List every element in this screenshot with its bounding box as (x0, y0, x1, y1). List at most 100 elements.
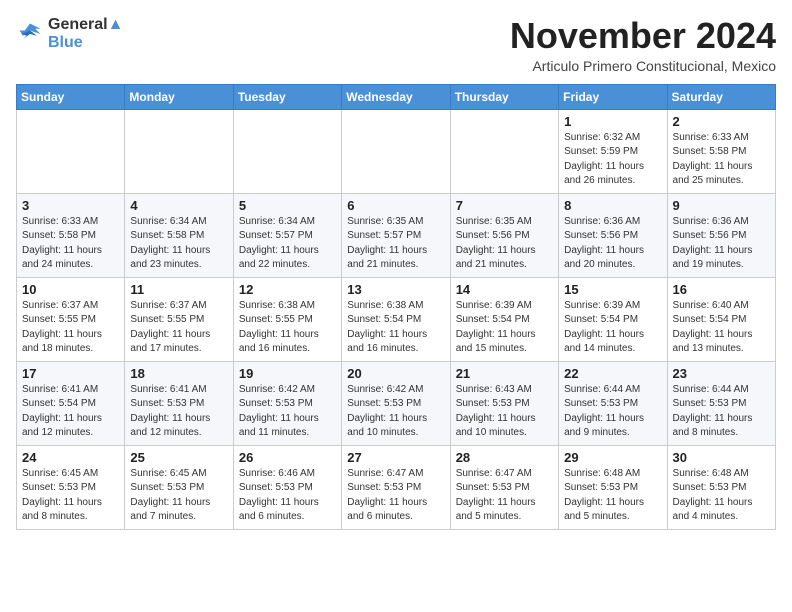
calendar-cell: 4 Sunrise: 6:34 AM Sunset: 5:58 PM Daylig… (125, 193, 233, 277)
day-info: Sunrise: 6:34 AM Sunset: 5:57 PM Dayligh… (239, 215, 336, 273)
calendar-cell: 21 Sunrise: 6:43 AM Sunset: 5:53 PM Dayli… (450, 361, 558, 445)
day-number: 20 (347, 366, 444, 381)
day-number: 9 (673, 198, 770, 213)
day-info: Sunrise: 6:47 AM Sunset: 5:53 PM Dayligh… (456, 467, 553, 525)
calendar-cell: 20 Sunrise: 6:42 AM Sunset: 5:53 PM Dayli… (342, 361, 450, 445)
day-info: Sunrise: 6:33 AM Sunset: 5:58 PM Dayligh… (22, 215, 119, 273)
day-info: Sunrise: 6:38 AM Sunset: 5:54 PM Dayligh… (347, 299, 444, 357)
day-info: Sunrise: 6:36 AM Sunset: 5:56 PM Dayligh… (673, 215, 770, 273)
day-info: Sunrise: 6:37 AM Sunset: 5:55 PM Dayligh… (130, 299, 227, 357)
day-info: Sunrise: 6:36 AM Sunset: 5:56 PM Dayligh… (564, 215, 661, 273)
logo-icon (16, 20, 44, 48)
calendar-cell (125, 109, 233, 193)
calendar-cell: 19 Sunrise: 6:42 AM Sunset: 5:53 PM Dayli… (233, 361, 341, 445)
location-subtitle: Articulo Primero Constitucional, Mexico (510, 58, 776, 74)
day-number: 17 (22, 366, 119, 381)
calendar-cell (233, 109, 341, 193)
day-number: 23 (673, 366, 770, 381)
day-info: Sunrise: 6:33 AM Sunset: 5:58 PM Dayligh… (673, 131, 770, 189)
day-info: Sunrise: 6:32 AM Sunset: 5:59 PM Dayligh… (564, 131, 661, 189)
calendar-cell (450, 109, 558, 193)
title-area: November 2024 Articulo Primero Constituc… (510, 16, 776, 74)
day-number: 6 (347, 198, 444, 213)
calendar-cell: 27 Sunrise: 6:47 AM Sunset: 5:53 PM Dayli… (342, 445, 450, 529)
calendar-cell: 5 Sunrise: 6:34 AM Sunset: 5:57 PM Daylig… (233, 193, 341, 277)
day-info: Sunrise: 6:45 AM Sunset: 5:53 PM Dayligh… (22, 467, 119, 525)
calendar-cell: 15Sunrise: 6:39 AM Sunset: 5:54 PM Dayli… (559, 277, 667, 361)
day-number: 14 (456, 282, 553, 297)
day-number: 15 (564, 282, 661, 297)
day-info: Sunrise: 6:43 AM Sunset: 5:53 PM Dayligh… (456, 383, 553, 441)
weekday-header-tuesday: Tuesday (233, 84, 341, 109)
calendar-cell (342, 109, 450, 193)
day-number: 21 (456, 366, 553, 381)
calendar-cell: 9 Sunrise: 6:36 AM Sunset: 5:56 PM Daylig… (667, 193, 775, 277)
day-number: 3 (22, 198, 119, 213)
calendar-cell (17, 109, 125, 193)
calendar-cell: 6 Sunrise: 6:35 AM Sunset: 5:57 PM Daylig… (342, 193, 450, 277)
day-info: Sunrise: 6:48 AM Sunset: 5:53 PM Dayligh… (564, 467, 661, 525)
day-info: Sunrise: 6:37 AM Sunset: 5:55 PM Dayligh… (22, 299, 119, 357)
week-row-3: 10 Sunrise: 6:37 AM Sunset: 5:55 PM Dayli… (17, 277, 776, 361)
calendar-cell: 25Sunrise: 6:45 AM Sunset: 5:53 PM Dayli… (125, 445, 233, 529)
day-number: 30 (673, 450, 770, 465)
weekday-header-friday: Friday (559, 84, 667, 109)
day-info: Sunrise: 6:42 AM Sunset: 5:53 PM Dayligh… (239, 383, 336, 441)
weekday-header-monday: Monday (125, 84, 233, 109)
logo-text: General▲ Blue (48, 16, 123, 52)
weekday-header-wednesday: Wednesday (342, 84, 450, 109)
day-number: 7 (456, 198, 553, 213)
calendar-cell: 28 Sunrise: 6:47 AM Sunset: 5:53 PM Dayli… (450, 445, 558, 529)
day-number: 10 (22, 282, 119, 297)
day-number: 19 (239, 366, 336, 381)
week-row-5: 24 Sunrise: 6:45 AM Sunset: 5:53 PM Dayli… (17, 445, 776, 529)
month-title: November 2024 (510, 16, 776, 56)
day-info: Sunrise: 6:44 AM Sunset: 5:53 PM Dayligh… (673, 383, 770, 441)
calendar-cell: 11Sunrise: 6:37 AM Sunset: 5:55 PM Dayli… (125, 277, 233, 361)
day-info: Sunrise: 6:48 AM Sunset: 5:53 PM Dayligh… (673, 467, 770, 525)
calendar-cell: 1 Sunrise: 6:32 AM Sunset: 5:59 PM Daylig… (559, 109, 667, 193)
day-info: Sunrise: 6:35 AM Sunset: 5:57 PM Dayligh… (347, 215, 444, 273)
day-number: 25 (130, 450, 227, 465)
week-row-4: 17Sunrise: 6:41 AM Sunset: 5:54 PM Dayli… (17, 361, 776, 445)
week-row-1: 1 Sunrise: 6:32 AM Sunset: 5:59 PM Daylig… (17, 109, 776, 193)
day-number: 18 (130, 366, 227, 381)
day-info: Sunrise: 6:38 AM Sunset: 5:55 PM Dayligh… (239, 299, 336, 357)
weekday-header-row: SundayMondayTuesdayWednesdayThursdayFrid… (17, 84, 776, 109)
logo: General▲ Blue (16, 16, 123, 52)
calendar-cell: 29 Sunrise: 6:48 AM Sunset: 5:53 PM Dayli… (559, 445, 667, 529)
day-number: 27 (347, 450, 444, 465)
day-info: Sunrise: 6:42 AM Sunset: 5:53 PM Dayligh… (347, 383, 444, 441)
day-info: Sunrise: 6:44 AM Sunset: 5:53 PM Dayligh… (564, 383, 661, 441)
calendar-cell: 10 Sunrise: 6:37 AM Sunset: 5:55 PM Dayli… (17, 277, 125, 361)
day-info: Sunrise: 6:47 AM Sunset: 5:53 PM Dayligh… (347, 467, 444, 525)
day-number: 24 (22, 450, 119, 465)
calendar-table: SundayMondayTuesdayWednesdayThursdayFrid… (16, 84, 776, 530)
weekday-header-saturday: Saturday (667, 84, 775, 109)
day-info: Sunrise: 6:40 AM Sunset: 5:54 PM Dayligh… (673, 299, 770, 357)
calendar-cell: 17Sunrise: 6:41 AM Sunset: 5:54 PM Dayli… (17, 361, 125, 445)
day-number: 4 (130, 198, 227, 213)
calendar-cell: 26Sunrise: 6:46 AM Sunset: 5:53 PM Dayli… (233, 445, 341, 529)
day-info: Sunrise: 6:34 AM Sunset: 5:58 PM Dayligh… (130, 215, 227, 273)
day-number: 29 (564, 450, 661, 465)
day-number: 12 (239, 282, 336, 297)
weekday-header-sunday: Sunday (17, 84, 125, 109)
day-number: 1 (564, 114, 661, 129)
calendar-cell: 16 Sunrise: 6:40 AM Sunset: 5:54 PM Dayli… (667, 277, 775, 361)
calendar-cell: 12 Sunrise: 6:38 AM Sunset: 5:55 PM Dayli… (233, 277, 341, 361)
day-number: 22 (564, 366, 661, 381)
calendar-cell: 8Sunrise: 6:36 AM Sunset: 5:56 PM Daylig… (559, 193, 667, 277)
weekday-header-thursday: Thursday (450, 84, 558, 109)
day-number: 16 (673, 282, 770, 297)
week-row-2: 3 Sunrise: 6:33 AM Sunset: 5:58 PM Daylig… (17, 193, 776, 277)
day-number: 28 (456, 450, 553, 465)
calendar-cell: 14Sunrise: 6:39 AM Sunset: 5:54 PM Dayli… (450, 277, 558, 361)
calendar-cell: 24 Sunrise: 6:45 AM Sunset: 5:53 PM Dayli… (17, 445, 125, 529)
calendar-cell: 7 Sunrise: 6:35 AM Sunset: 5:56 PM Daylig… (450, 193, 558, 277)
day-number: 5 (239, 198, 336, 213)
calendar-cell: 3 Sunrise: 6:33 AM Sunset: 5:58 PM Daylig… (17, 193, 125, 277)
day-number: 13 (347, 282, 444, 297)
day-info: Sunrise: 6:41 AM Sunset: 5:53 PM Dayligh… (130, 383, 227, 441)
day-info: Sunrise: 6:35 AM Sunset: 5:56 PM Dayligh… (456, 215, 553, 273)
